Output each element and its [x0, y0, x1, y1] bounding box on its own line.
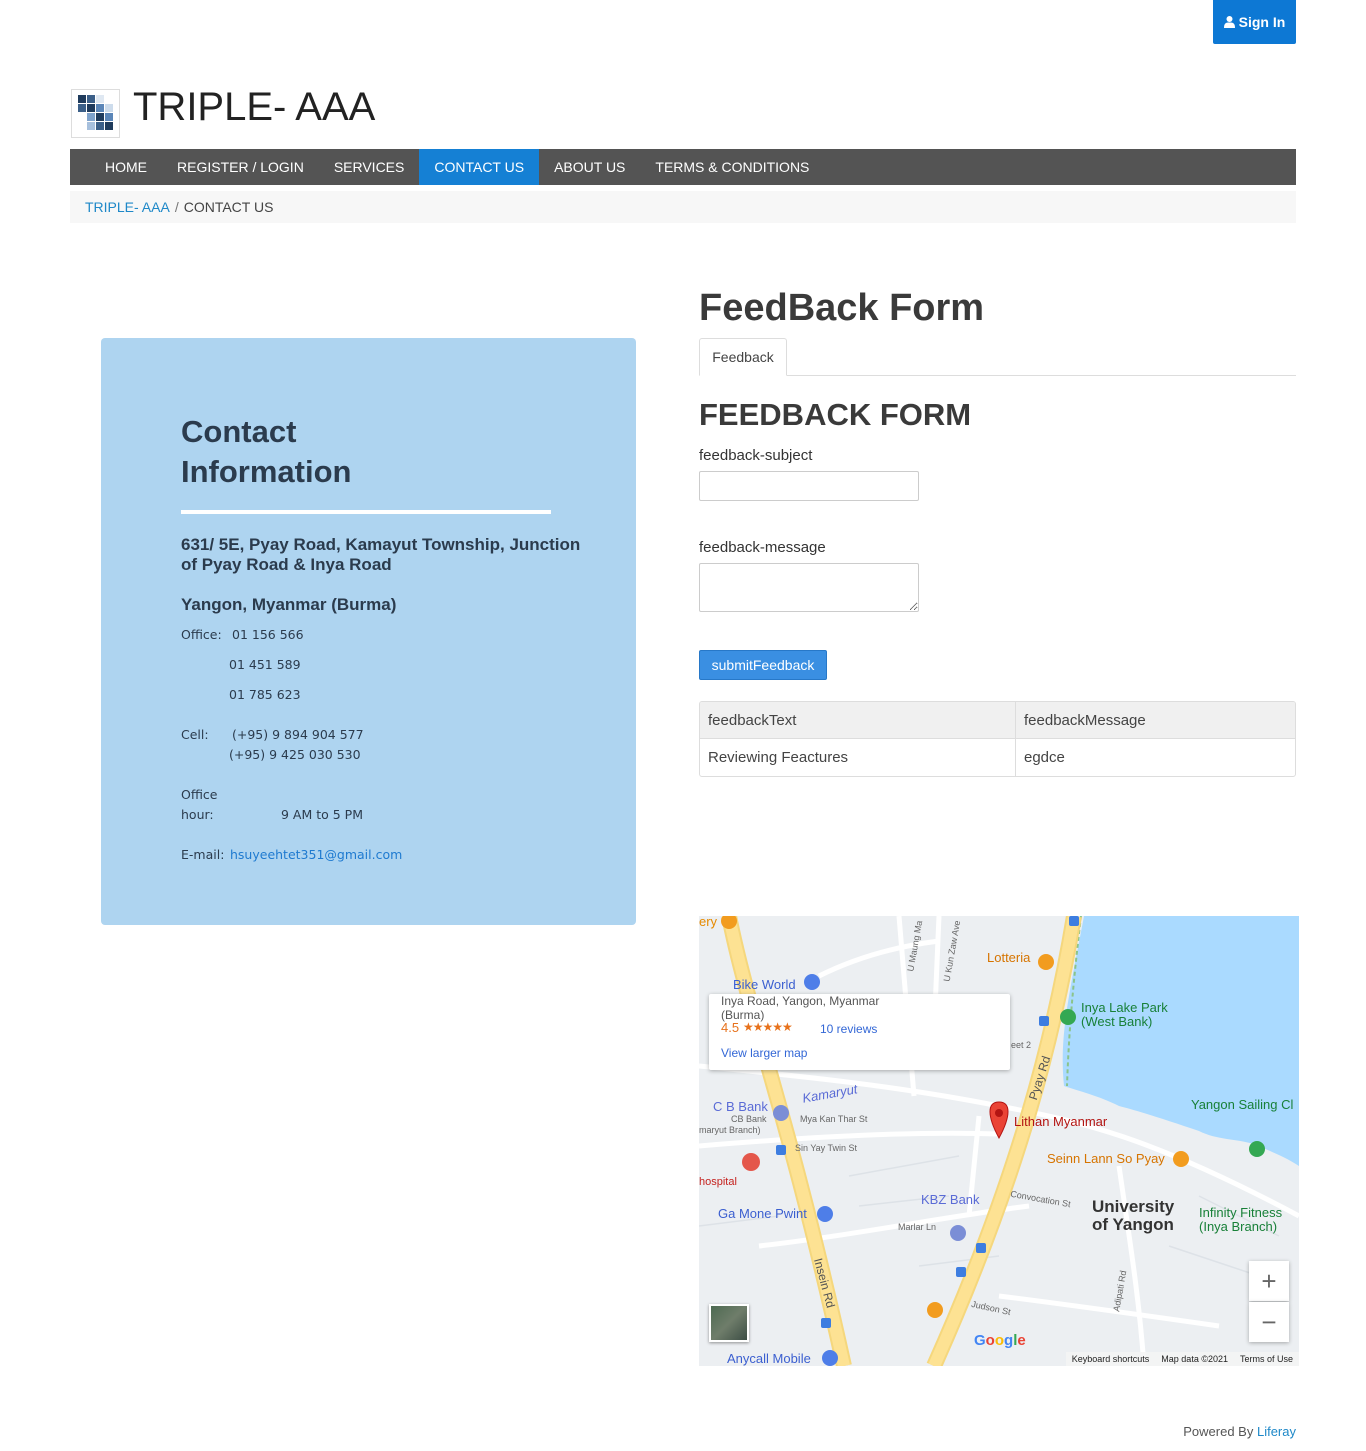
- breadcrumb: TRIPLE- AAA / CONTACT US: [70, 191, 1296, 223]
- map-label-hospital[interactable]: hospital: [699, 1176, 737, 1188]
- office-phone-3: 01 785 623: [229, 687, 301, 702]
- map-zoom-in-button[interactable]: +: [1249, 1261, 1289, 1301]
- email-link[interactable]: hsuyeehtet351@gmail.com: [230, 847, 402, 862]
- map-label-bike-world[interactable]: Bike World: [733, 977, 796, 992]
- map-data-attribution: Map data ©2021: [1161, 1354, 1228, 1364]
- page-title: FeedBack Form: [699, 287, 985, 329]
- map-attribution-bar: Keyboard shortcuts Map data ©2021 Terms …: [1065, 1352, 1299, 1366]
- breadcrumb-home-link[interactable]: TRIPLE- AAA: [85, 199, 170, 215]
- tab-feedback[interactable]: Feedback: [699, 338, 787, 376]
- breadcrumb-current: CONTACT US: [183, 199, 274, 215]
- map-label-anycall-mobile[interactable]: Anycall Mobile: [727, 1351, 811, 1366]
- map-label-sin-yay-twin: Sin Yay Twin St: [795, 1143, 858, 1153]
- map-label-kbz-bank[interactable]: KBZ Bank: [921, 1192, 980, 1207]
- map-label-yangon-sailing[interactable]: Yangon Sailing Cl: [1191, 1097, 1293, 1112]
- map-info-window: Inya Road, Yangon, Myanmar (Burma) 4.5 ★…: [709, 994, 1010, 1070]
- nav-contact-us[interactable]: CONTACT US: [419, 149, 540, 185]
- map-label-marlar-ln: Marlar Ln: [898, 1222, 937, 1232]
- map-label-infinity-fitness[interactable]: Infinity Fitness (Inya Branch): [1199, 1206, 1299, 1234]
- office-hours-value: 9 AM to 5 PM: [281, 807, 364, 822]
- satellite-toggle-button[interactable]: [709, 1304, 749, 1342]
- office-label: Office:: [181, 627, 222, 642]
- contact-information-card: Contact Information 631/ 5E, Pyay Road, …: [101, 338, 636, 925]
- map-label-lotteria[interactable]: Lotteria: [987, 950, 1030, 965]
- map-rating-stars-icon: ★★★★★: [743, 1020, 793, 1034]
- map-label-cb-bank[interactable]: C B Bank: [713, 1099, 768, 1114]
- submit-feedback-button[interactable]: submitFeedback: [699, 650, 827, 680]
- contact-address-line2: Yangon, Myanmar (Burma): [181, 595, 397, 614]
- cell-phone-2: (+95) 9 425 030 530: [229, 747, 361, 762]
- google-logo: Google: [974, 1332, 1026, 1349]
- map-info-address: Inya Road, Yangon, Myanmar (Burma): [721, 994, 880, 1022]
- breadcrumb-separator: /: [174, 199, 179, 215]
- map-label-university-of-yangon[interactable]: University of Yangon: [1092, 1198, 1192, 1234]
- office-hours-label-2: hour:: [181, 807, 214, 822]
- form-heading: FEEDBACK FORM: [699, 397, 972, 432]
- map-terms-link[interactable]: Terms of Use: [1240, 1354, 1293, 1364]
- site-title[interactable]: TRIPLE- AAA: [133, 85, 375, 130]
- sign-in-button[interactable]: Sign In: [1213, 0, 1296, 44]
- map-keyboard-shortcuts-link[interactable]: Keyboard shortcuts: [1072, 1354, 1150, 1364]
- nav-services[interactable]: SERVICES: [319, 149, 420, 185]
- map-label-seinn-lann[interactable]: Seinn Lann So Pyay: [1047, 1151, 1165, 1166]
- map-label-ga-mone-pwint[interactable]: Ga Mone Pwint: [718, 1206, 807, 1221]
- nav-terms-conditions[interactable]: TERMS & CONDITIONS: [640, 149, 824, 185]
- office-phone-2: 01 451 589: [229, 657, 301, 672]
- table-cell-feedback-text: Reviewing Feactures: [700, 739, 1016, 776]
- column-header-feedback-message[interactable]: feedbackMessage: [1016, 702, 1295, 738]
- embedded-map[interactable]: ery Bike World Lotteria Inya Lake Park (…: [699, 916, 1299, 1366]
- liferay-link[interactable]: Liferay: [1257, 1424, 1296, 1439]
- cell-label: Cell:: [181, 727, 209, 742]
- table-row: Reviewing Feactures egdce: [700, 739, 1295, 776]
- map-reviews-link[interactable]: 10 reviews: [820, 1022, 877, 1036]
- column-header-feedback-text[interactable]: feedbackText: [700, 702, 1016, 738]
- feedback-subject-input[interactable]: [699, 471, 919, 501]
- map-label-mya-kan-thar: Mya Kan Thar St: [800, 1114, 868, 1124]
- table-header-row: feedbackText feedbackMessage: [700, 702, 1295, 739]
- map-rating-value: 4.5: [721, 1020, 740, 1035]
- sign-in-label: Sign In: [1238, 14, 1286, 30]
- main-navigation: HOME REGISTER / LOGIN SERVICES CONTACT U…: [70, 149, 1296, 185]
- feedback-subject-label: feedback-subject: [699, 447, 813, 464]
- map-label-street-2: eet 2: [1011, 1040, 1032, 1050]
- logo-grid-icon: [78, 95, 113, 130]
- map-label-inya-lake-park[interactable]: Inya Lake Park (West Bank): [1081, 1001, 1181, 1029]
- contact-divider: [181, 510, 551, 514]
- site-logo[interactable]: [71, 89, 120, 138]
- office-hours-label-1: Office: [181, 787, 218, 802]
- contact-title: Contact Information: [181, 414, 352, 489]
- view-larger-map-link[interactable]: View larger map: [721, 1046, 807, 1060]
- nav-register-login[interactable]: REGISTER / LOGIN: [162, 149, 319, 185]
- feedback-message-textarea[interactable]: [699, 563, 919, 612]
- map-label-ery: ery: [699, 916, 718, 929]
- map-label-lithan-myanmar[interactable]: Lithan Myanmar: [1014, 1114, 1107, 1129]
- nav-about-us[interactable]: ABOUT US: [539, 149, 640, 185]
- contact-address-line1: 631/ 5E, Pyay Road, Kamayut Township, Ju…: [181, 535, 581, 574]
- map-zoom-out-button[interactable]: −: [1249, 1302, 1289, 1342]
- feedback-message-label: feedback-message: [699, 539, 826, 556]
- nav-home[interactable]: HOME: [90, 149, 162, 185]
- map-label-cb-branch: maryut Branch): [699, 1125, 761, 1135]
- office-phone-1: 01 156 566: [232, 627, 304, 642]
- feedback-table: feedbackText feedbackMessage Reviewing F…: [699, 701, 1296, 777]
- powered-by-label: Powered By: [1183, 1424, 1254, 1439]
- cell-phone-1: (+95) 9 894 904 577: [232, 727, 364, 742]
- map-label-cb-bank-sub: CB Bank: [731, 1114, 767, 1124]
- tab-bar-line: [699, 375, 1296, 376]
- email-label: E-mail:: [181, 847, 225, 862]
- table-cell-feedback-message: egdce: [1024, 749, 1065, 766]
- user-icon: [1223, 16, 1235, 28]
- powered-by: Powered By Liferay: [1183, 1424, 1296, 1439]
